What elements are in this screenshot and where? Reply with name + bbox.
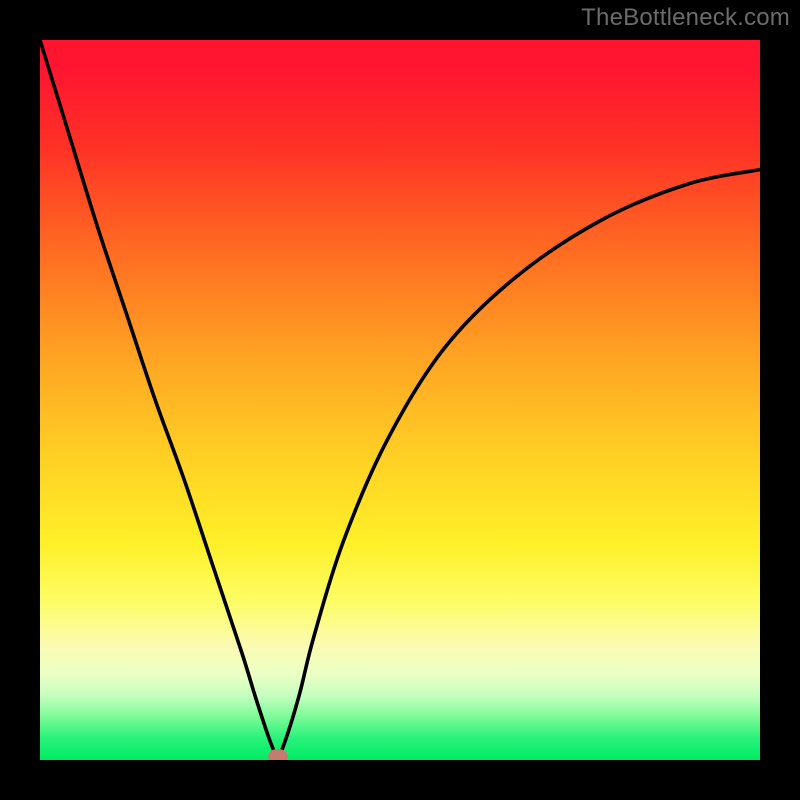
bottleneck-curve <box>40 40 760 756</box>
watermark-text: TheBottleneck.com <box>581 4 790 32</box>
optimum-marker <box>268 749 288 760</box>
chart-stage: TheBottleneck.com <box>0 0 800 800</box>
chart-curve-svg <box>40 40 760 760</box>
chart-plot-area <box>40 40 760 760</box>
